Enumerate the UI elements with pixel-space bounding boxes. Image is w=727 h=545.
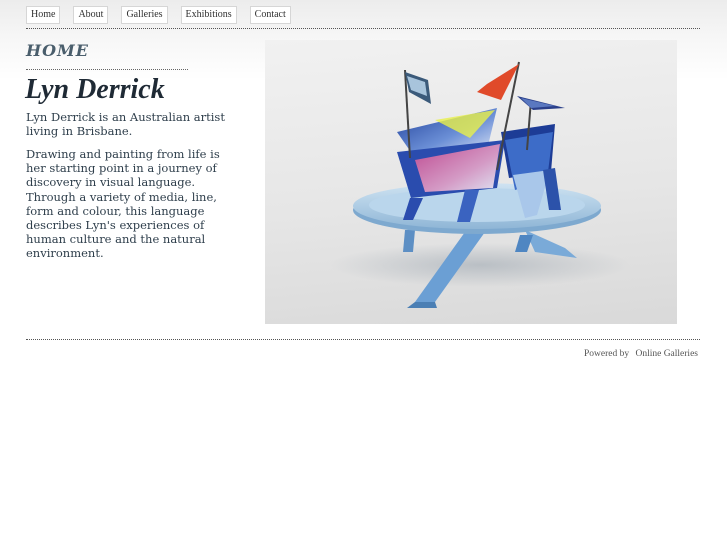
heading-divider: [26, 69, 188, 70]
nav-contact-link[interactable]: Contact: [249, 6, 291, 24]
powered-by-text: Powered by: [583, 349, 630, 359]
header-divider: [26, 28, 700, 29]
page-heading: HOME: [26, 41, 89, 60]
online-galleries-link[interactable]: Online Galleries: [635, 349, 698, 359]
nav-exhibitions-link[interactable]: Exhibitions: [180, 6, 237, 24]
nav-galleries-link[interactable]: Galleries: [121, 6, 168, 24]
nav-about-link[interactable]: About: [73, 6, 109, 24]
intro-paragraph: Lyn Derrick is an Australian artist livi…: [26, 110, 225, 139]
main-nav: Home About Galleries Exhibitions Contact: [26, 6, 304, 24]
description-paragraph: Drawing and painting from life is her st…: [26, 147, 220, 261]
footer-divider: [26, 339, 700, 340]
artist-name-title: Lyn Derrick: [25, 74, 165, 105]
nav-home-link[interactable]: Home: [26, 6, 61, 24]
footer: Powered by Online Galleries: [584, 349, 698, 359]
featured-artwork-image: [265, 40, 677, 324]
